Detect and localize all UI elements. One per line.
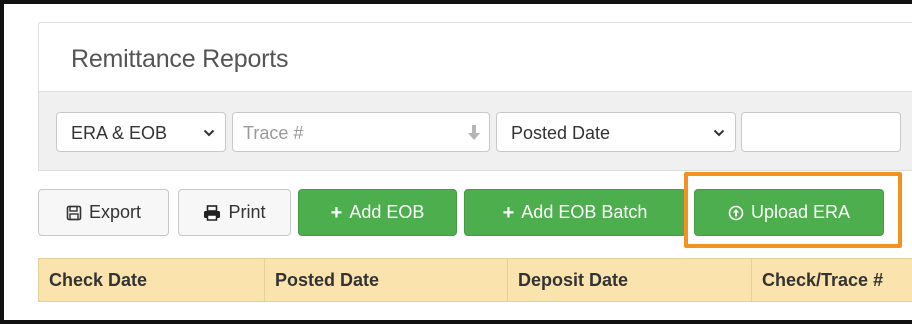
upload-era-highlight-box [684,172,902,248]
column-header-check-date[interactable]: Check Date [39,259,265,301]
column-header-deposit-date[interactable]: Deposit Date [508,259,752,301]
print-button[interactable]: Print [178,189,291,236]
trace-number-input[interactable]: Trace # [232,112,490,152]
plus-icon: + [330,201,343,224]
add-eob-batch-button[interactable]: + Add EOB Batch [464,189,686,236]
page-title: Remittance Reports [71,45,289,73]
add-eob-batch-button-label: Add EOB Batch [521,202,648,222]
export-button[interactable]: Export [38,189,169,236]
trace-number-placeholder: Trace # [243,123,304,143]
report-type-select[interactable]: ERA & EOB [56,112,226,152]
chevron-down-icon [713,129,725,137]
print-button-label: Print [228,202,266,222]
date-input[interactable] [741,112,901,152]
arrow-down-icon [468,125,480,140]
panel-header: Remittance Reports [38,22,912,92]
chevron-down-icon [203,129,215,137]
add-eob-button-label: Add EOB [349,202,425,222]
printer-icon [204,204,221,221]
date-type-select-value: Posted Date [511,123,611,143]
table-header-row: Check Date Posted Date Deposit Date Chec… [38,258,912,302]
column-header-posted-date[interactable]: Posted Date [265,259,508,301]
floppy-disk-icon [66,205,82,220]
export-button-label: Export [88,202,142,222]
column-header-check-trace[interactable]: Check/Trace # [752,259,912,301]
report-type-select-value: ERA & EOB [71,123,168,143]
plus-icon: + [502,201,515,224]
add-eob-button[interactable]: + Add EOB [298,189,457,236]
date-type-select[interactable]: Posted Date [496,112,736,152]
